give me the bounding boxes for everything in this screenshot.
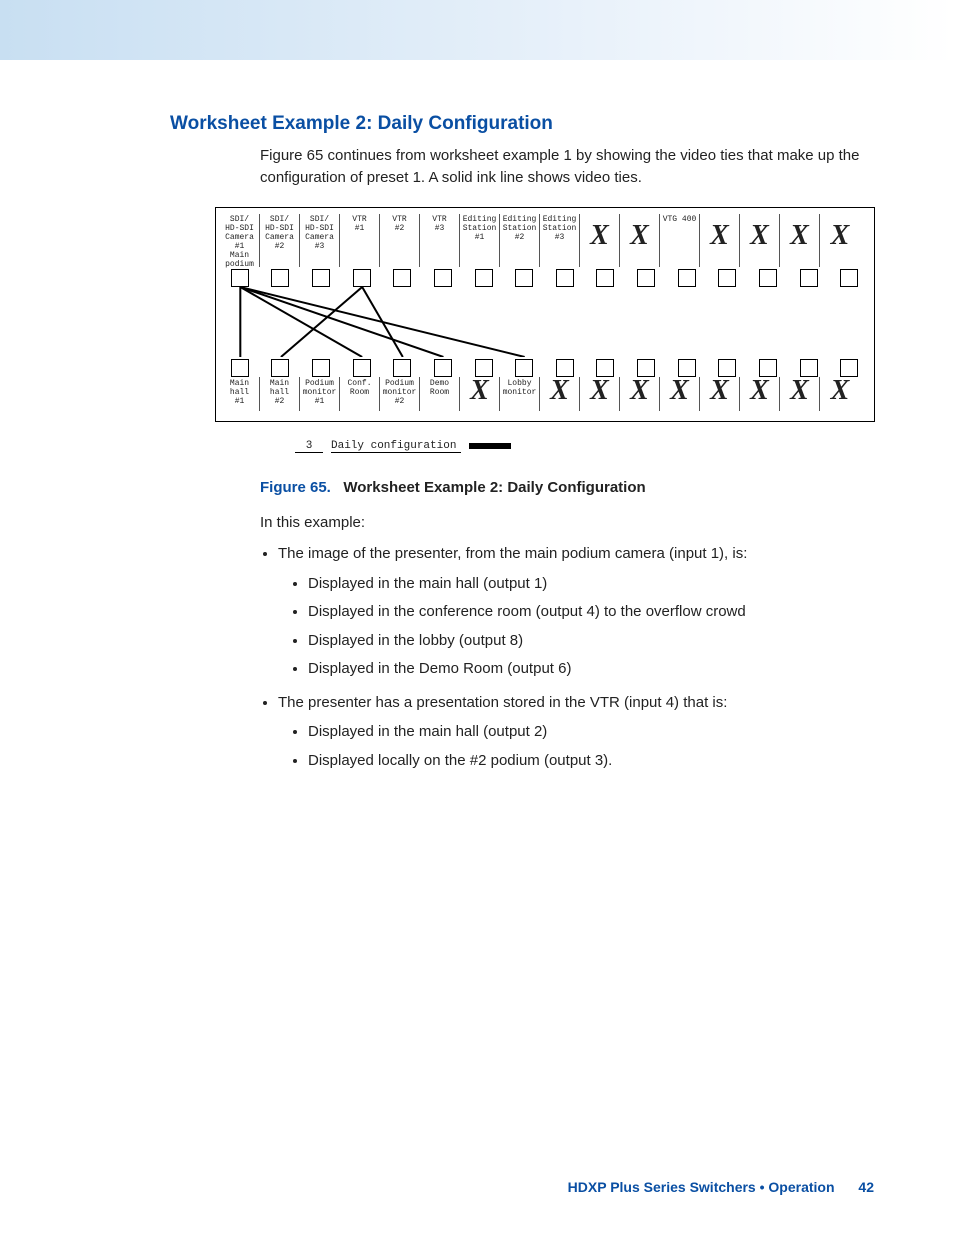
page-content: Worksheet Example 2: Daily Configuration…	[0, 63, 954, 773]
list-item: Displayed in the Demo Room (output 6)	[308, 656, 874, 682]
output-label-cell: X	[700, 377, 740, 411]
port-box	[545, 269, 586, 287]
list-item: Displayed in the main hall (output 1)	[308, 571, 874, 597]
input-label-cell: Editing Station #1	[460, 214, 500, 267]
port-box	[708, 359, 749, 377]
output-label-cell: Conf. Room	[340, 377, 380, 411]
input-labels-row: SDI/ HD-SDI Camera #1 Main podiumSDI/ HD…	[220, 214, 870, 267]
port-box	[829, 359, 870, 377]
footer-title: HDXP Plus Series Switchers • Operation	[568, 1179, 835, 1195]
input-label-cell: SDI/ HD-SDI Camera #3	[300, 214, 340, 267]
intro-paragraph: Figure 65 continues from worksheet examp…	[260, 145, 874, 189]
port-box	[261, 359, 302, 377]
video-swatch-icon	[469, 443, 511, 449]
input-label-cell: X	[620, 214, 660, 267]
port-box	[586, 269, 627, 287]
example-bullets: The image of the presenter, from the mai…	[260, 541, 874, 773]
document-page: Worksheet Example 2: Daily Configuration…	[0, 0, 954, 1235]
output-label-cell: X	[460, 377, 500, 411]
port-box	[626, 359, 667, 377]
page-footer: HDXP Plus Series Switchers • Operation 4…	[568, 1179, 874, 1195]
input-label-cell: VTR #2	[380, 214, 420, 267]
port-box	[748, 269, 789, 287]
section-heading: Worksheet Example 2: Daily Configuration	[170, 113, 874, 135]
port-box	[464, 269, 505, 287]
port-box	[545, 359, 586, 377]
worksheet-figure: SDI/ HD-SDI Camera #1 Main podiumSDI/ HD…	[215, 207, 875, 453]
output-label-cell: X	[820, 377, 860, 411]
page-top-accent	[0, 0, 954, 63]
port-box	[301, 269, 342, 287]
port-box	[708, 269, 749, 287]
input-label-cell: SDI/ HD-SDI Camera #2	[260, 214, 300, 267]
input-label-cell: Editing Station #2	[500, 214, 540, 267]
figure-title: Worksheet Example 2: Daily Configuration	[343, 479, 645, 496]
preset-line: 3 Daily configuration	[295, 440, 875, 453]
port-box	[383, 359, 424, 377]
example-body: In this example: The image of the presen…	[260, 510, 874, 774]
port-box	[383, 269, 424, 287]
port-box	[220, 359, 261, 377]
port-box	[220, 269, 261, 287]
port-box	[667, 359, 708, 377]
port-box	[464, 359, 505, 377]
port-box	[342, 269, 383, 287]
input-label-cell: X	[580, 214, 620, 267]
port-box	[342, 359, 383, 377]
preset-number: 3	[295, 440, 323, 453]
input-label-cell: VTR #3	[420, 214, 460, 267]
output-label-cell: Lobby monitor	[500, 377, 540, 411]
input-label-cell: Editing Station #3	[540, 214, 580, 267]
port-box	[667, 269, 708, 287]
list-item: Displayed in the lobby (output 8)	[308, 628, 874, 654]
list-item: The presenter has a presentation stored …	[278, 690, 874, 774]
port-box	[748, 359, 789, 377]
port-box	[586, 359, 627, 377]
output-label-cell: X	[740, 377, 780, 411]
list-item: Displayed locally on the #2 podium (outp…	[308, 748, 874, 774]
port-box	[504, 359, 545, 377]
output-boxes-row	[220, 359, 870, 377]
input-label-cell: VTR #1	[340, 214, 380, 267]
port-box	[423, 359, 464, 377]
worksheet-box: SDI/ HD-SDI Camera #1 Main podiumSDI/ HD…	[215, 207, 875, 422]
output-label-cell: X	[580, 377, 620, 411]
port-box	[829, 269, 870, 287]
output-label-cell: X	[540, 377, 580, 411]
input-label-cell: VTG 400	[660, 214, 700, 267]
output-label-cell: Demo Room	[420, 377, 460, 411]
output-label-cell: Main hall #1	[220, 377, 260, 411]
figure-number: Figure 65.	[260, 479, 331, 496]
output-label-cell: Main hall #2	[260, 377, 300, 411]
port-box	[504, 269, 545, 287]
output-label-cell: X	[620, 377, 660, 411]
output-label-cell: X	[660, 377, 700, 411]
port-box	[423, 269, 464, 287]
list-item: The image of the presenter, from the mai…	[278, 541, 874, 682]
example-intro: In this example:	[260, 510, 874, 536]
port-box	[789, 359, 830, 377]
tie-lines	[220, 287, 870, 357]
port-box	[261, 269, 302, 287]
input-label-cell: X	[780, 214, 820, 267]
preset-title: Daily configuration	[331, 440, 461, 453]
list-item: Displayed in the main hall (output 2)	[308, 719, 874, 745]
input-label-cell: X	[820, 214, 860, 267]
output-label-cell: X	[780, 377, 820, 411]
port-box	[789, 269, 830, 287]
input-label-cell: SDI/ HD-SDI Camera #1 Main podium	[220, 214, 260, 267]
input-boxes-row	[220, 269, 870, 287]
output-label-cell: Podium monitor #1	[300, 377, 340, 411]
output-label-cell: Podium monitor #2	[380, 377, 420, 411]
port-box	[301, 359, 342, 377]
footer-page: 42	[858, 1179, 874, 1195]
input-label-cell: X	[700, 214, 740, 267]
port-box	[626, 269, 667, 287]
list-item: Displayed in the conference room (output…	[308, 599, 874, 625]
figure-caption: Figure 65. Worksheet Example 2: Daily Co…	[260, 479, 874, 496]
input-label-cell: X	[740, 214, 780, 267]
output-labels-row: Main hall #1Main hall #2Podium monitor #…	[220, 377, 870, 411]
